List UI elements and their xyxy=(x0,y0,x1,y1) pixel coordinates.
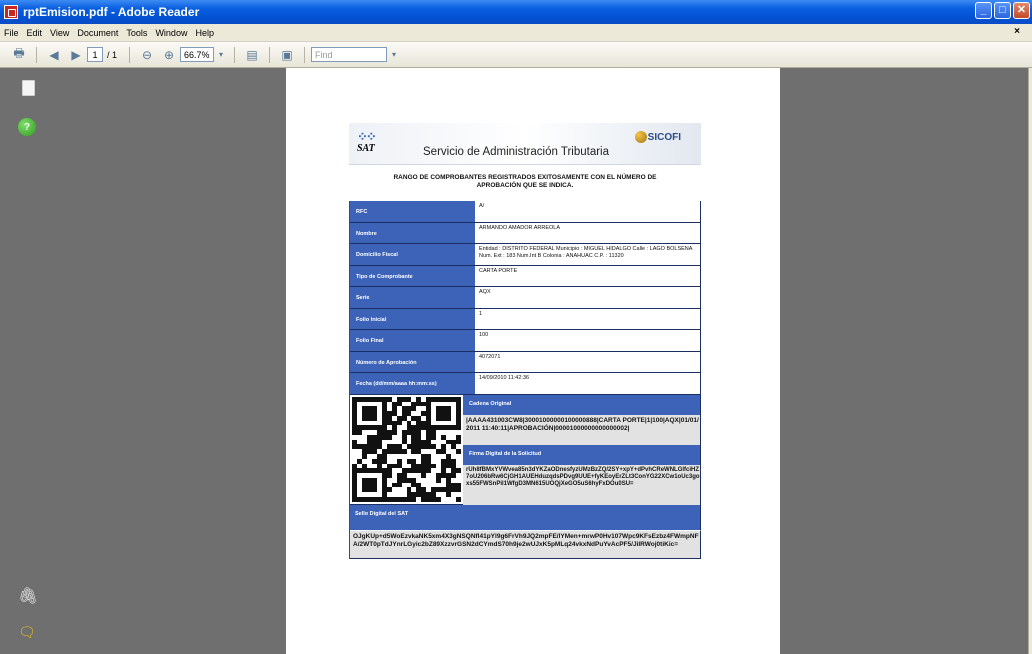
toolbar-separator xyxy=(234,46,236,63)
sat-document: ⁘⁘ SAT Servicio de Administración Tribut… xyxy=(349,123,701,559)
pages-icon[interactable] xyxy=(22,80,35,96)
row-label: Domicilio Fiscal xyxy=(350,244,476,265)
row-value: AQX xyxy=(476,287,701,308)
cadena-original-value: |AAAA431003CW8|30001000000100000888|CART… xyxy=(463,414,700,445)
data-table: RFC A/ Nombre ARMANDO AMADOR ARREOLA Dom… xyxy=(349,201,701,559)
row-label: Fecha (dd/mm/aaaa hh:mm:ss) xyxy=(350,373,476,394)
row-value: CARTA PORTE xyxy=(476,265,701,287)
row-value: 4072071 xyxy=(476,351,701,373)
menu-bar: File Edit View Document Tools Window Hel… xyxy=(0,24,1032,42)
page-total: / 1 xyxy=(107,49,118,60)
minimize-button[interactable]: _ xyxy=(975,2,992,19)
sat-logo: ⁘⁘ SAT xyxy=(357,129,377,154)
firma-digital-value: rUh8fBMxYVWvea85n3dYKZaODnesfyzUMzBzZQ/2… xyxy=(463,464,700,505)
table-row: Tipo de Comprobante CARTA PORTE xyxy=(350,265,701,288)
qr-details: Cadena Original |AAAA431003CW8|300010000… xyxy=(463,394,701,505)
print-icon[interactable]: 🖶 xyxy=(11,46,27,63)
qr-code xyxy=(350,394,463,504)
vertical-scrollbar[interactable] xyxy=(1028,68,1032,654)
table-row: Fecha (dd/mm/aaaa hh:mm:ss) 14/09/2010 1… xyxy=(350,373,701,395)
zoom-in-icon[interactable]: ⊕ xyxy=(161,47,177,63)
row-label: Tipo de Comprobante xyxy=(350,265,476,287)
table-row: Folio Inicial 1 xyxy=(350,308,701,331)
toolbar: 🖶 ◀ ▶ 1 / 1 ⊖ ⊕ 66.7% ▾ ▤ ▣ Find ▾ xyxy=(0,42,1032,68)
menu-document[interactable]: Document xyxy=(77,28,118,38)
table-row: Domicilio Fiscal Entidad : DISTRITO FEDE… xyxy=(350,244,701,266)
sello-digital-value: OJgKUp+d5WoEzvkaNK5xm4X3gNSQNfl41pYl9g6F… xyxy=(350,530,701,559)
fit-width-icon[interactable]: ▣ xyxy=(279,47,295,63)
attachments-icon[interactable]: 🖇 xyxy=(18,586,38,605)
row-value: 14/09/2010 11:42:36 xyxy=(476,373,701,394)
table-row: RFC A/ xyxy=(350,201,701,223)
zoom-level-field[interactable]: 66.7% xyxy=(180,47,215,62)
toolbar-separator xyxy=(304,46,306,63)
window-title-bar[interactable]: rptEmision.pdf - Adobe Reader _ □ ✕ xyxy=(0,0,1032,24)
close-button[interactable]: ✕ xyxy=(1013,2,1030,19)
page-number-input[interactable]: 1 xyxy=(87,47,103,62)
sicofi-mark-icon xyxy=(634,131,647,143)
sicofi-logo: SICOFI xyxy=(634,131,681,143)
toolbar-separator xyxy=(129,46,131,63)
help-icon[interactable]: ? xyxy=(18,118,36,136)
table-row: Serie AQX xyxy=(350,287,701,309)
row-label: Nombre xyxy=(350,222,476,244)
row-label: Serie xyxy=(350,287,476,308)
row-value: 1 xyxy=(476,308,701,330)
toolbar-separator xyxy=(36,46,37,63)
adobe-reader-icon xyxy=(4,5,18,19)
table-row: Folio Final 100 xyxy=(350,330,701,352)
document-heading: RANGO DE COMPROBANTES REGISTRADOS EXITOS… xyxy=(393,174,657,190)
menu-file[interactable]: File xyxy=(4,28,19,38)
menu-tools[interactable]: Tools xyxy=(126,28,147,38)
row-value: Entidad : DISTRITO FEDERAL Municipio : M… xyxy=(476,244,701,265)
find-input[interactable]: Find xyxy=(311,47,388,62)
row-label: RFC xyxy=(350,201,476,222)
table-row: Número de Aprobación 4072071 xyxy=(350,351,701,374)
qr-block: Cadena Original |AAAA431003CW8|300010000… xyxy=(350,394,701,505)
window-title: rptEmision.pdf - Adobe Reader xyxy=(23,5,200,19)
row-label: Número de Aprobación xyxy=(350,351,476,373)
menu-view[interactable]: View xyxy=(50,28,69,38)
table-row: Nombre ARMANDO AMADOR ARREOLA xyxy=(350,222,701,245)
pdf-page: ⁘⁘ SAT Servicio de Administración Tribut… xyxy=(286,68,780,654)
firma-digital-label: Firma Digital de la Solicitud xyxy=(463,444,700,465)
close-document-icon[interactable]: × xyxy=(1014,26,1020,37)
menu-help[interactable]: Help xyxy=(195,28,214,38)
cadena-original-label: Cadena Original xyxy=(463,394,700,415)
fit-page-icon[interactable]: ▤ xyxy=(244,47,260,63)
row-value: A/ xyxy=(476,201,701,222)
comments-icon[interactable]: 🗨 xyxy=(18,624,36,642)
zoom-out-icon[interactable]: ⊖ xyxy=(139,47,155,63)
menu-window[interactable]: Window xyxy=(155,28,187,38)
qr-module xyxy=(456,496,461,502)
header-title: Servicio de Administración Tributaria xyxy=(423,146,609,158)
sello-digital-label: Sello Digital del SAT xyxy=(350,504,701,531)
navigation-panel: ? 🖇 🗨 xyxy=(0,68,40,654)
row-value: ARMANDO AMADOR ARREOLA xyxy=(476,222,701,244)
next-page-icon[interactable]: ▶ xyxy=(68,47,84,63)
window-controls: _ □ ✕ xyxy=(975,2,1030,19)
row-label: Folio Inicial xyxy=(350,308,476,330)
document-header: ⁘⁘ SAT Servicio de Administración Tribut… xyxy=(349,123,701,165)
maximize-button[interactable]: □ xyxy=(994,2,1011,19)
toolbar-separator xyxy=(269,46,271,63)
row-value: 100 xyxy=(476,330,701,351)
zoom-dropdown-icon[interactable]: ▾ xyxy=(217,47,225,63)
find-dropdown-icon[interactable]: ▾ xyxy=(390,47,398,63)
row-label: Folio Final xyxy=(350,330,476,351)
menu-edit[interactable]: Edit xyxy=(27,28,43,38)
previous-page-icon[interactable]: ◀ xyxy=(46,47,62,63)
